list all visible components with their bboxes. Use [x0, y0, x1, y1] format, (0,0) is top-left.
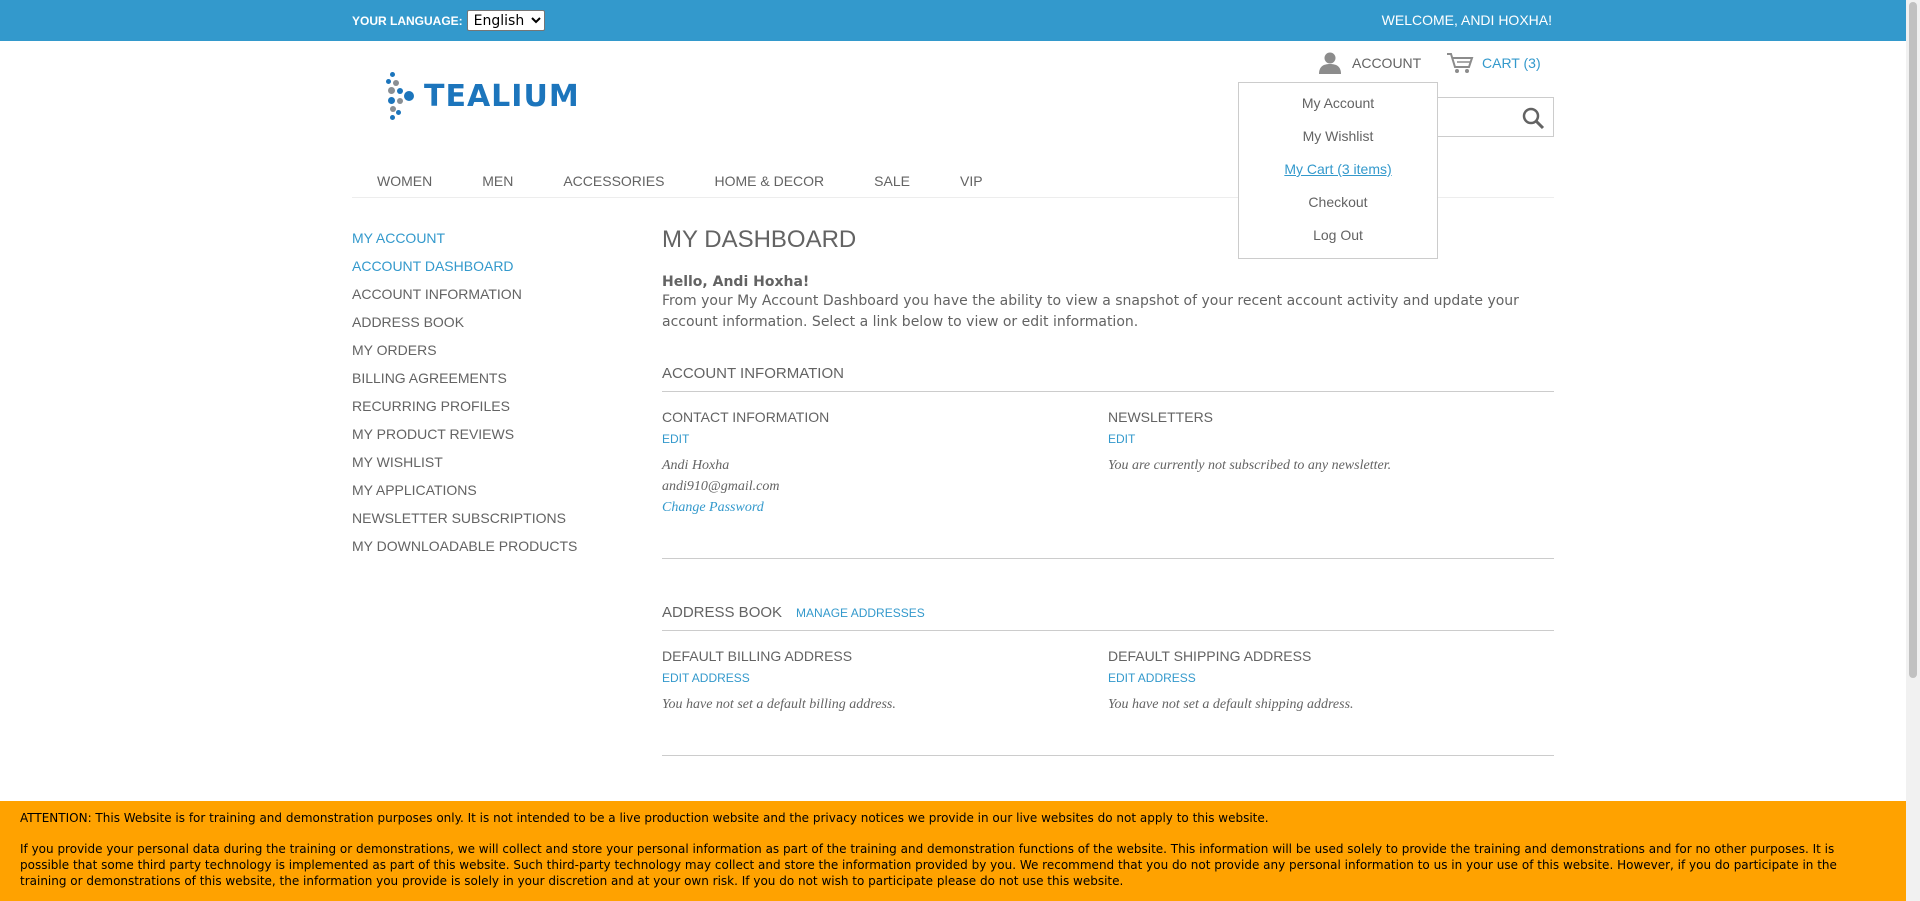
- menu-item-checkout[interactable]: Checkout: [1239, 186, 1437, 219]
- logo-text: TEALIUM: [424, 78, 580, 114]
- menu-item-my-wishlist[interactable]: My Wishlist: [1239, 120, 1437, 153]
- nav-item-sale[interactable]: Sale: [849, 170, 935, 197]
- newsletters-box: Newsletters Edit You are currently not s…: [1108, 409, 1554, 518]
- sidebar-item-my-wishlist[interactable]: My Wishlist: [352, 452, 577, 480]
- sidebar-item-newsletter-subscriptions[interactable]: Newsletter Subscriptions: [352, 508, 577, 536]
- account-label: Account: [1352, 55, 1422, 71]
- notice-body: If you provide your personal data during…: [20, 842, 1837, 888]
- nav-item-women[interactable]: Women: [352, 170, 457, 197]
- menu-item-my-cart[interactable]: My Cart (3 items): [1239, 153, 1437, 186]
- section-divider: [662, 755, 1554, 756]
- sidebar-item-my-product-reviews[interactable]: My Product Reviews: [352, 424, 577, 452]
- contact-information-box: Contact Information Edit Andi Hoxha andi…: [662, 409, 1108, 518]
- newsletters-edit-link[interactable]: Edit: [1108, 432, 1554, 446]
- newsletters-status: You are currently not subscribed to any …: [1108, 458, 1392, 473]
- customer-name: Andi Hoxha: [662, 458, 730, 473]
- nav-item-home-decor[interactable]: Home & Decor: [689, 170, 849, 197]
- menu-item-log-out[interactable]: Log Out: [1239, 219, 1437, 252]
- language-switcher: Your Language: English: [352, 10, 545, 31]
- user-icon: [1319, 52, 1341, 74]
- language-select[interactable]: English: [466, 10, 545, 31]
- account-link[interactable]: Account: [1318, 52, 1421, 74]
- sidebar-item-billing-agreements[interactable]: Billing Agreements: [352, 368, 577, 396]
- sidebar-item-account-dashboard[interactable]: Account Dashboard: [352, 256, 577, 284]
- page-scrollbar[interactable]: [1906, 0, 1920, 901]
- notice-attention: ATTENTION: This Website is for training …: [20, 811, 1269, 825]
- cart-icon: [1447, 53, 1474, 73]
- shipping-address-status: You have not set a default shipping addr…: [1108, 697, 1354, 712]
- demo-notice-banner: ATTENTION: This Website is for training …: [0, 801, 1906, 901]
- manage-addresses-link[interactable]: Manage Addresses: [796, 606, 925, 620]
- contact-details: Andi Hoxha andi910@gmail.com Change Pass…: [662, 455, 1108, 518]
- sidebar-item-my-applications[interactable]: My Applications: [352, 480, 577, 508]
- sidebar-item-my-downloadable-products[interactable]: My Downloadable Products: [352, 536, 577, 564]
- billing-edit-address-link[interactable]: Edit Address: [662, 671, 1108, 685]
- language-label: Your Language:: [352, 13, 463, 28]
- account-information-section: Account Information Contact Information …: [662, 365, 1554, 518]
- account-information-columns: Contact Information Edit Andi Hoxha andi…: [662, 409, 1554, 518]
- tealium-logo-icon: [384, 70, 420, 122]
- cart-link[interactable]: Cart (3): [1446, 52, 1541, 74]
- contact-information-title: Contact Information: [662, 409, 830, 425]
- account-dropdown-menu: My Account My Wishlist My Cart (3 items)…: [1238, 82, 1438, 259]
- nav-item-accessories[interactable]: Accessories: [538, 170, 689, 197]
- address-book-columns: Default Billing Address Edit Address You…: [662, 648, 1554, 715]
- cart-label: Cart (3): [1482, 55, 1541, 71]
- default-billing-address-box: Default Billing Address Edit Address You…: [662, 648, 1108, 715]
- account-information-title: Account Information: [662, 365, 844, 382]
- dashboard-intro: From your My Account Dashboard you have …: [662, 293, 1519, 330]
- sidebar-item-recurring-profiles[interactable]: Recurring Profiles: [352, 396, 577, 424]
- dashboard-main: My Dashboard Hello, Andi Hoxha! From you…: [662, 226, 1554, 756]
- nav-item-men[interactable]: Men: [457, 170, 538, 197]
- default-shipping-address-box: Default Shipping Address Edit Address Yo…: [1108, 648, 1554, 715]
- address-book-header: Address Book Manage Addresses: [662, 604, 1554, 631]
- sidebar-item-my-orders[interactable]: My Orders: [352, 340, 577, 368]
- account-sidebar: My Account Account Dashboard Account Inf…: [352, 228, 577, 564]
- welcome-message: Welcome, Andi Hoxha!: [1381, 12, 1552, 28]
- logo[interactable]: TEALIUM: [384, 70, 580, 122]
- sidebar-title: My Account: [352, 230, 446, 246]
- menu-item-my-account[interactable]: My Account: [1239, 87, 1437, 120]
- sidebar-item-account-information[interactable]: Account Information: [352, 284, 577, 312]
- shipping-edit-address-link[interactable]: Edit Address: [1108, 671, 1554, 685]
- contact-edit-link[interactable]: Edit: [662, 432, 1108, 446]
- default-billing-address-title: Default Billing Address: [662, 648, 853, 664]
- sidebar-item-address-book[interactable]: Address Book: [352, 312, 577, 340]
- search-icon[interactable]: [1521, 106, 1545, 130]
- change-password-link[interactable]: Change Password: [662, 500, 764, 515]
- newsletters-title: Newsletters: [1108, 409, 1214, 425]
- nav-item-vip[interactable]: VIP: [935, 170, 1008, 197]
- address-book-title: Address Book: [662, 604, 783, 621]
- account-information-header: Account Information: [662, 365, 1554, 392]
- top-bar: Your Language: English Welcome, Andi Hox…: [0, 0, 1906, 41]
- address-book-section: Address Book Manage Addresses Default Bi…: [662, 604, 1554, 715]
- billing-address-status: You have not set a default billing addre…: [662, 697, 896, 712]
- section-divider: [662, 558, 1554, 559]
- default-shipping-address-title: Default Shipping Address: [1108, 648, 1312, 664]
- hello-message: Hello, Andi Hoxha!: [662, 274, 810, 290]
- customer-email: andi910@gmail.com: [662, 479, 780, 494]
- scrollbar-thumb[interactable]: [1909, 2, 1917, 678]
